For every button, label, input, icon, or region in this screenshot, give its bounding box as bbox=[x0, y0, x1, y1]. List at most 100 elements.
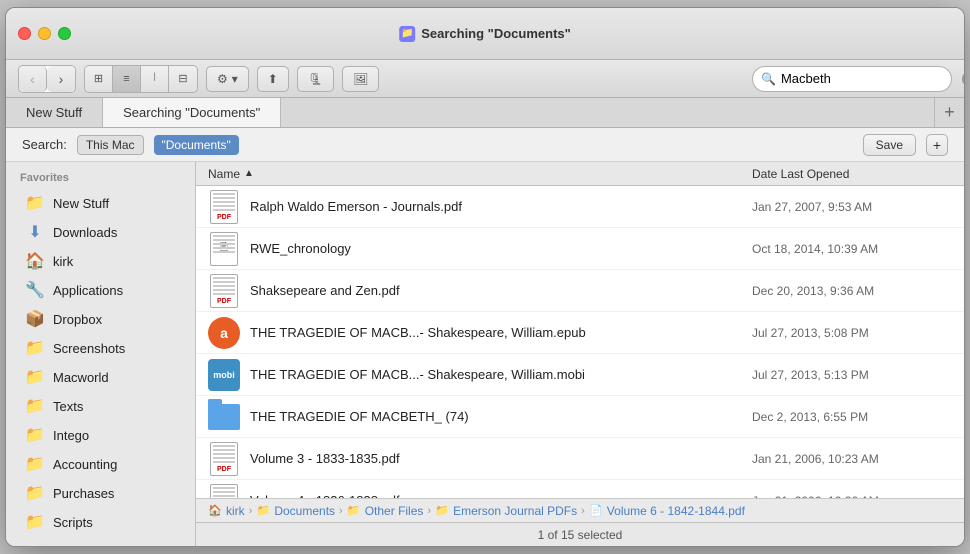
column-view-button[interactable]: ⦚ bbox=[141, 66, 169, 92]
plus-button[interactable]: + bbox=[926, 134, 948, 156]
breadcrumb-separator: › bbox=[581, 505, 585, 517]
search-filter-bar: Search: This Mac "Documents" Save + bbox=[6, 128, 964, 162]
file-rows: PDF Ralph Waldo Emerson - Journals.pdf J… bbox=[196, 186, 964, 498]
file-thumbnail bbox=[208, 401, 240, 433]
file-date: Oct 18, 2014, 10:39 AM bbox=[752, 242, 952, 256]
file-name: Volume 3 - 1833-1835.pdf bbox=[250, 451, 752, 466]
sidebar-item-scripts[interactable]: 📁 Scripts bbox=[11, 508, 190, 536]
share-button[interactable]: ⬆ bbox=[257, 66, 289, 92]
folder-icon: 📁 bbox=[25, 193, 45, 213]
breadcrumb-volume6[interactable]: 📄 Volume 6 - 1842-1844.pdf bbox=[589, 504, 745, 518]
traffic-lights bbox=[18, 27, 71, 40]
home-icon: 🏠 bbox=[25, 251, 45, 271]
file-thumbnail: mobi bbox=[208, 359, 240, 391]
pdf-icon: 📄 bbox=[589, 504, 603, 518]
sidebar-item-label: Accounting bbox=[53, 457, 117, 472]
folder-icon: 📁 bbox=[256, 504, 270, 518]
dropbox-icon: 📦 bbox=[25, 309, 45, 329]
sidebar-item-intego[interactable]: 📁 Intego bbox=[11, 421, 190, 449]
view-buttons: ⊞ ≡ ⦚ ⊟ bbox=[84, 65, 198, 93]
share-icon: ⬆ bbox=[268, 72, 278, 86]
this-mac-button[interactable]: This Mac bbox=[77, 135, 144, 155]
tab-add-button[interactable]: + bbox=[934, 98, 964, 127]
file-date: Jan 27, 2007, 9:53 AM bbox=[752, 200, 952, 214]
icon-view-button[interactable]: ⊞ bbox=[85, 66, 113, 92]
sidebar-item-dropbox[interactable]: 📦 Dropbox bbox=[11, 305, 190, 333]
column-name-header[interactable]: Name ▲ bbox=[208, 167, 752, 181]
list-view-button[interactable]: ≡ bbox=[113, 66, 141, 92]
file-date: Jul 27, 2013, 5:08 PM bbox=[752, 326, 952, 340]
sidebar-item-purchases[interactable]: 📁 Purchases bbox=[11, 479, 190, 507]
gear-button[interactable]: ⚙ ▾ bbox=[206, 66, 249, 92]
sidebar-item-label: Macworld bbox=[53, 370, 109, 385]
file-name: THE TRAGEDIE OF MACBETH_ (74) bbox=[250, 409, 752, 424]
maximize-button[interactable] bbox=[58, 27, 71, 40]
table-row[interactable]: PDF Shaksepeare and Zen.pdf Dec 20, 2013… bbox=[196, 270, 964, 312]
file-name: THE TRAGEDIE OF MACB...- Shakespeare, Wi… bbox=[250, 325, 752, 340]
column-date-header[interactable]: Date Last Opened bbox=[752, 167, 952, 181]
breadcrumb-emerson[interactable]: 📁 Emerson Journal PDFs bbox=[435, 504, 577, 518]
preview-button[interactable]: 🖼 bbox=[342, 66, 379, 92]
minimize-button[interactable] bbox=[38, 27, 51, 40]
save-button[interactable]: Save bbox=[863, 134, 916, 156]
preview-icon: 🖼 bbox=[353, 72, 368, 86]
download-icon: ⬇ bbox=[25, 222, 45, 242]
sidebar-item-texts[interactable]: 📁 Texts bbox=[11, 392, 190, 420]
back-button[interactable]: ‹ bbox=[19, 66, 47, 92]
table-row[interactable]: PDF Ralph Waldo Emerson - Journals.pdf J… bbox=[196, 186, 964, 228]
status-text: 1 of 15 selected bbox=[196, 528, 964, 542]
cover-flow-button[interactable]: ⊟ bbox=[169, 66, 197, 92]
breadcrumb-label: Volume 6 - 1842-1844.pdf bbox=[607, 504, 745, 518]
file-thumbnail: PDF bbox=[208, 191, 240, 223]
file-name: Ralph Waldo Emerson - Journals.pdf bbox=[250, 199, 752, 214]
sidebar-item-new-stuff[interactable]: 📁 New Stuff bbox=[11, 189, 190, 217]
window-title: 📁 Searching "Documents" bbox=[399, 26, 571, 42]
breadcrumb-label: kirk bbox=[226, 504, 245, 518]
breadcrumb-separator: › bbox=[339, 505, 343, 517]
search-input[interactable]: Macbeth bbox=[781, 71, 957, 86]
table-row[interactable]: a THE TRAGEDIE OF MACB...- Shakespeare, … bbox=[196, 312, 964, 354]
file-date: Jan 21, 2006, 10:23 AM bbox=[752, 452, 952, 466]
applications-icon: 🔧 bbox=[25, 280, 45, 300]
file-date: Jul 27, 2013, 5:13 PM bbox=[752, 368, 952, 382]
sidebar-item-kirk[interactable]: 🏠 kirk bbox=[11, 247, 190, 275]
close-button[interactable] bbox=[18, 27, 31, 40]
sidebar-item-label: kirk bbox=[53, 254, 73, 269]
breadcrumb-other-files[interactable]: 📁 Other Files bbox=[347, 504, 424, 518]
forward-button[interactable]: › bbox=[47, 66, 75, 92]
window-title-text: Searching "Documents" bbox=[421, 26, 571, 41]
folder-icon: 📁 bbox=[25, 483, 45, 503]
table-row[interactable]: PDF Volume 4 - 1836-1838.pdf Jan 21, 200… bbox=[196, 480, 964, 498]
sidebar-item-downloads[interactable]: ⬇ Downloads bbox=[11, 218, 190, 246]
file-date: Dec 2, 2013, 6:55 PM bbox=[752, 410, 952, 424]
table-row[interactable]: PDF Volume 3 - 1833-1835.pdf Jan 21, 200… bbox=[196, 438, 964, 480]
sidebar: Favorites 📁 New Stuff ⬇ Downloads 🏠 kirk… bbox=[6, 162, 196, 546]
sidebar-item-macworld[interactable]: 📁 Macworld bbox=[11, 363, 190, 391]
sidebar-item-applications[interactable]: 🔧 Applications bbox=[11, 276, 190, 304]
file-thumbnail: PDF bbox=[208, 485, 240, 499]
folder-icon: 📁 bbox=[25, 396, 45, 416]
sidebar-item-label: Applications bbox=[53, 283, 123, 298]
file-date: Dec 20, 2013, 9:36 AM bbox=[752, 284, 952, 298]
compress-button[interactable]: 🗜 bbox=[297, 66, 334, 92]
table-row[interactable]: 🖹 RWE_chronology Oct 18, 2014, 10:39 AM bbox=[196, 228, 964, 270]
search-clear-button[interactable]: ✕ bbox=[962, 71, 965, 87]
table-row[interactable]: THE TRAGEDIE OF MACBETH_ (74) Dec 2, 201… bbox=[196, 396, 964, 438]
breadcrumb-documents[interactable]: 📁 Documents bbox=[256, 504, 335, 518]
breadcrumb-label: Emerson Journal PDFs bbox=[453, 504, 577, 518]
folder-icon: 📁 bbox=[25, 454, 45, 474]
folder-icon: 📁 bbox=[435, 504, 449, 518]
documents-button[interactable]: "Documents" bbox=[154, 135, 239, 155]
breadcrumb-label: Other Files bbox=[365, 504, 424, 518]
sidebar-item-label: Purchases bbox=[53, 486, 114, 501]
sidebar-item-screenshots[interactable]: 📁 Screenshots bbox=[11, 334, 190, 362]
sidebar-item-accounting[interactable]: 📁 Accounting bbox=[11, 450, 190, 478]
breadcrumb-kirk[interactable]: 🏠 kirk bbox=[208, 504, 245, 518]
tab-searching[interactable]: Searching "Documents" bbox=[103, 98, 281, 127]
table-row[interactable]: mobi THE TRAGEDIE OF MACB...- Shakespear… bbox=[196, 354, 964, 396]
tab-new-stuff[interactable]: New Stuff bbox=[6, 98, 103, 127]
favorites-header: Favorites bbox=[6, 162, 195, 188]
sidebar-item-label: Screenshots bbox=[53, 341, 125, 356]
status-bar: 1 of 15 selected bbox=[196, 522, 964, 546]
folder-icon: 📁 bbox=[25, 512, 45, 532]
